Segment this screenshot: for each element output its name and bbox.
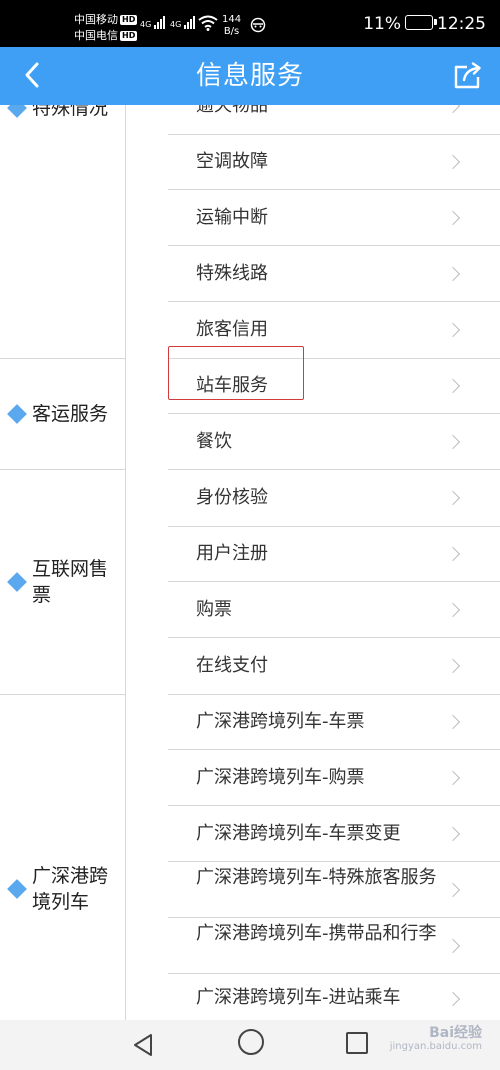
clock: 12:25: [437, 14, 486, 34]
nav-home-icon[interactable]: [238, 1029, 264, 1055]
status-right: 11% 12:25: [363, 14, 486, 34]
category-column: 特殊情况 客运服务 互联网售票 广深港跨境列车: [0, 105, 126, 1020]
system-nav-bar: Bai经验 jingyan.baidu.com: [0, 1020, 500, 1070]
list-item[interactable]: 运输中断: [168, 190, 500, 246]
list-item[interactable]: 广深港跨境列车-进站乘车: [168, 974, 500, 1020]
network-2-label: 4G: [170, 20, 182, 29]
list-item-label: 用户注册: [196, 543, 268, 564]
list-item-label: 广深港跨境列车-进站乘车: [196, 987, 401, 1008]
watermark-url: jingyan.baidu.com: [389, 1041, 482, 1052]
list-item-label: 广深港跨境列车-特殊旅客服务: [196, 867, 437, 888]
watermark-brand: Bai经验: [429, 1025, 482, 1041]
list-item-label: 广深港跨境列车-车票变更: [196, 823, 401, 844]
category-label: 互联网售票: [32, 557, 109, 606]
list-item[interactable]: 广深港跨境列车-车票变更: [168, 806, 500, 862]
battery-icon: [405, 15, 437, 30]
status-bar: 中国移动 HD 中国电信 HD 4G 4G 144 B/s 11% 12:25: [0, 0, 500, 47]
hd-badge-1: HD: [120, 15, 138, 25]
list-item[interactable]: 在线支付: [168, 638, 500, 695]
list-item[interactable]: 空调故障: [168, 134, 500, 190]
speed-value: 144: [222, 14, 242, 25]
category-item-cross-border-train[interactable]: 广深港跨境列车: [0, 694, 125, 1020]
speed-unit: B/s: [223, 26, 240, 37]
list-item-label: 广深港跨境列车-车票: [196, 711, 365, 732]
list-item-label: 旅客信用: [196, 319, 268, 340]
app-notification-icon: [250, 17, 266, 33]
share-button[interactable]: [448, 56, 488, 96]
service-list: 特殊情况 客运服务 互联网售票 广深港跨境列车 逾天物品 空调故障 运输中断 特…: [0, 105, 500, 1020]
highlight-box: [168, 346, 304, 400]
app-header: 信息服务: [0, 47, 500, 105]
category-label: 客运服务: [32, 402, 109, 425]
list-item-label: 逾天物品: [196, 105, 268, 116]
list-item-label: 广深港跨境列车-购票: [196, 767, 365, 788]
list-item[interactable]: 购票: [168, 582, 500, 638]
list-item[interactable]: 逾天物品: [168, 105, 500, 135]
nav-recent-icon[interactable]: [346, 1032, 368, 1054]
list-item-label: 运输中断: [196, 207, 268, 228]
list-item[interactable]: 广深港跨境列车-携带品和行李: [168, 918, 500, 974]
carrier-1-label: 中国移动: [74, 13, 118, 26]
list-item[interactable]: 餐饮: [168, 414, 500, 470]
diamond-icon: [7, 105, 27, 118]
diamond-icon: [7, 403, 27, 424]
share-icon: [454, 62, 481, 89]
category-item-special[interactable]: 特殊情况: [0, 105, 125, 123]
signal-icon-2: 4G: [170, 16, 196, 29]
nav-back-icon[interactable]: [132, 1033, 154, 1057]
list-item-label: 空调故障: [196, 151, 268, 172]
list-item-label: 广深港跨境列车-携带品和行李: [196, 923, 437, 944]
battery-percent: 11%: [363, 14, 401, 34]
list-item[interactable]: 特殊线路: [168, 246, 500, 302]
list-item[interactable]: 广深港跨境列车-车票: [168, 694, 500, 750]
list-item[interactable]: 身份核验: [168, 470, 500, 527]
category-label: 广深港跨境列车: [32, 865, 109, 913]
hd-badge-2: HD: [120, 31, 138, 41]
list-item-label: 购票: [196, 599, 232, 620]
category-label: 特殊情况: [32, 105, 109, 119]
list-item-label: 特殊线路: [196, 263, 268, 284]
carrier-2-label: 中国电信: [74, 29, 118, 42]
network-speed: 144 B/s: [222, 14, 241, 38]
diamond-icon: [7, 571, 27, 592]
list-item-label: 餐饮: [196, 431, 232, 452]
page-title: 信息服务: [195, 61, 304, 91]
network-1-label: 4G: [140, 20, 152, 29]
list-item-label: 在线支付: [196, 655, 268, 676]
diamond-icon: [7, 879, 27, 899]
category-item-passenger-service[interactable]: 客运服务: [0, 358, 125, 469]
list-item-label: 身份核验: [196, 487, 268, 508]
watermark: Bai经验 jingyan.baidu.com: [390, 1026, 482, 1054]
list-item[interactable]: 广深港跨境列车-购票: [168, 750, 500, 806]
signal-icon-1: 4G: [140, 16, 166, 29]
list-item[interactable]: 广深港跨境列车-特殊旅客服务: [168, 862, 500, 918]
carrier-1: 中国移动 HD: [74, 13, 138, 26]
wifi-icon: [198, 15, 218, 31]
carrier-2: 中国电信 HD: [74, 29, 138, 42]
category-item-internet-ticketing[interactable]: 互联网售票: [0, 469, 125, 694]
list-item[interactable]: 用户注册: [168, 526, 500, 582]
